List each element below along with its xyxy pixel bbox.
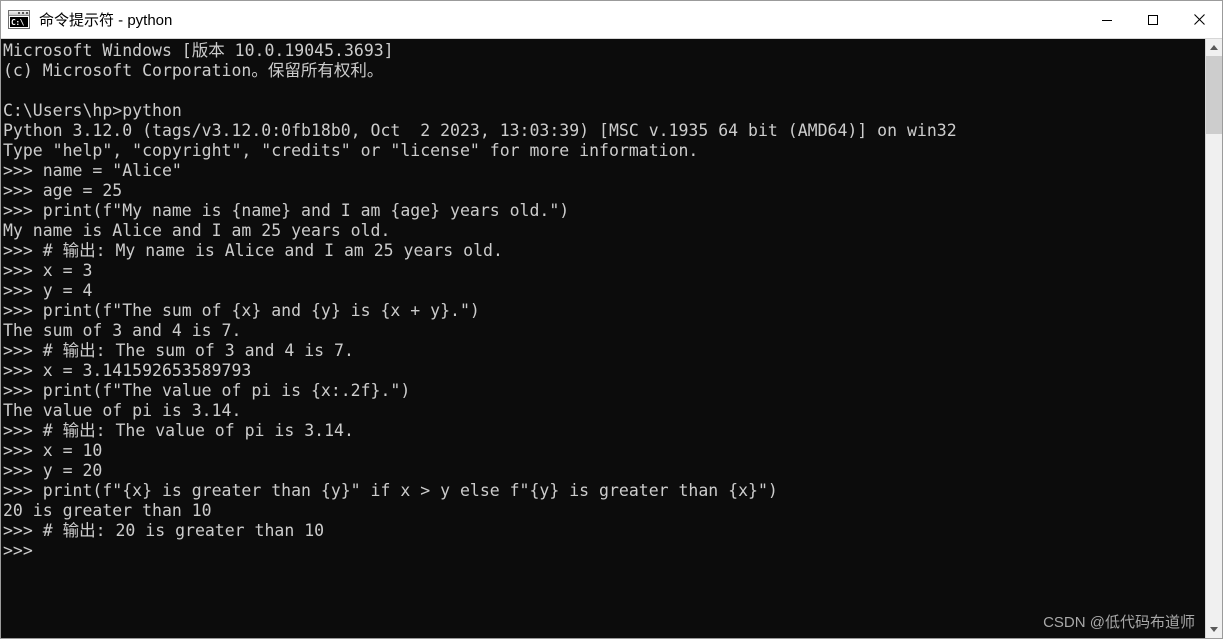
cmd-window: C:\ 命令提示符 - python Microsoft Windows [版本…: [0, 0, 1223, 639]
scrollbar-thumb[interactable]: [1206, 56, 1222, 134]
minimize-icon: [1102, 19, 1112, 21]
scrollbar-track[interactable]: [1206, 56, 1222, 621]
title-bar-left: C:\ 命令提示符 - python: [1, 9, 172, 30]
terminal-text: Microsoft Windows [版本 10.0.19045.3693] (…: [3, 41, 957, 560]
chevron-down-icon: [1210, 627, 1218, 632]
cmd-icon-dot-1: [18, 12, 20, 14]
close-button[interactable]: [1176, 1, 1222, 38]
chevron-up-icon: [1210, 45, 1218, 50]
maximize-button[interactable]: [1130, 1, 1176, 38]
vertical-scrollbar[interactable]: [1205, 39, 1222, 638]
minimize-button[interactable]: [1084, 1, 1130, 38]
cmd-icon-dot-2: [22, 12, 24, 14]
cmd-console-icon: C:\: [8, 10, 30, 29]
cmd-icon-dot-3: [26, 12, 28, 14]
close-icon: [1193, 14, 1205, 25]
title-bar[interactable]: C:\ 命令提示符 - python: [1, 1, 1222, 39]
window-title: 命令提示符 - python: [39, 12, 173, 29]
scroll-up-button[interactable]: [1206, 39, 1222, 56]
maximize-icon: [1148, 14, 1158, 25]
window-controls: [1084, 1, 1222, 38]
cmd-icon-screen: C:\: [10, 17, 28, 27]
console-area: Microsoft Windows [版本 10.0.19045.3693] (…: [1, 39, 1222, 638]
scroll-down-button[interactable]: [1206, 621, 1222, 638]
terminal-output[interactable]: Microsoft Windows [版本 10.0.19045.3693] (…: [1, 39, 1205, 638]
watermark: CSDN @低代码布道师: [1043, 614, 1195, 631]
cmd-icon-titlebar: [9, 11, 29, 16]
